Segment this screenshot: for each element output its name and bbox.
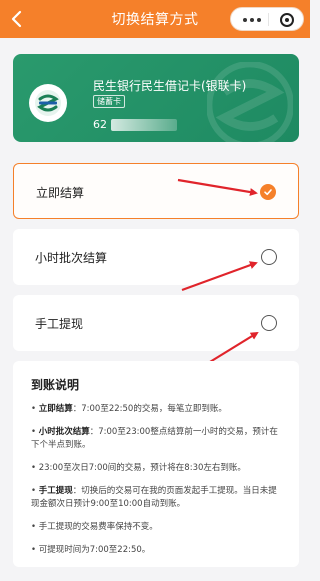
info-bullet: • (31, 486, 37, 496)
info-bullet: • (31, 522, 37, 532)
option-hourly-batch-settlement[interactable]: 小时批次结算 (13, 229, 299, 285)
card-number: 62 (93, 118, 177, 131)
info-bullet: • (31, 463, 37, 473)
settlement-info-panel: 到账说明 • 立即结算：7:00至22:50的交易，每笔立即到账。 • 小时批次… (13, 361, 299, 567)
info-item-text: 23:00至次日7:00间的交易，预计将在8:30左右到账。 (38, 463, 246, 473)
navigation-bar: 切换结算方式 (0, 0, 310, 38)
info-item-bold: 小时批次结算 (38, 427, 90, 437)
bank-card: 民生银行民生借记卡(银联卡) 储蓄卡 62 (13, 54, 299, 142)
radio-unchecked-icon[interactable] (261, 249, 277, 265)
card-type-badge: 储蓄卡 (93, 95, 125, 108)
bank-name: 民生银行民生借记卡(银联卡) (93, 79, 247, 93)
bank-logo-watermark-icon (207, 62, 293, 142)
radio-checked-icon[interactable] (260, 184, 276, 200)
info-item: • 可提现时间为7:00至22:50。 (31, 544, 281, 557)
close-target-icon[interactable] (280, 13, 294, 27)
info-bullet: • (31, 404, 37, 414)
option-instant-settlement[interactable]: 立即结算 (13, 163, 299, 219)
miniprogram-capsule (230, 7, 304, 31)
card-number-prefix: 62 (93, 118, 107, 131)
info-item-text: 可提现时间为7:00至22:50。 (38, 545, 151, 555)
info-item: • 立即结算：7:00至22:50的交易，每笔立即到账。 (31, 403, 281, 416)
info-item: • 手工提现的交易费率保持不变。 (31, 521, 281, 534)
info-bullet: • (31, 427, 37, 437)
info-item-bold: 立即结算 (38, 404, 73, 414)
info-item-bold: 手工提现 (38, 486, 73, 496)
capsule-divider (268, 13, 269, 26)
info-item-text: 手工提现的交易费率保持不变。 (38, 522, 158, 532)
card-number-mask (111, 118, 177, 131)
more-dots-icon[interactable] (243, 18, 261, 22)
option-manual-withdrawal[interactable]: 手工提现 (13, 295, 299, 351)
info-bullet: • (31, 545, 37, 555)
info-item-text: ：7:00至22:50的交易，每笔立即到账。 (72, 404, 227, 414)
minsheng-bank-logo-icon (29, 84, 67, 122)
info-item: • 23:00至次日7:00间的交易，预计将在8:30左右到账。 (31, 462, 281, 475)
info-item: • 手工提现：切换后的交易可在我的页面发起手工提现。当日未提现金额次日预计9:0… (31, 485, 281, 511)
option-label: 小时批次结算 (35, 251, 108, 265)
option-label: 立即结算 (36, 186, 85, 200)
info-item: • 小时批次结算：7:00至23:00整点结算前一小时的交易，预计在下个半点到账… (31, 426, 281, 452)
info-title: 到账说明 (31, 378, 80, 392)
option-label: 手工提现 (35, 317, 84, 331)
radio-unchecked-icon[interactable] (261, 315, 277, 331)
